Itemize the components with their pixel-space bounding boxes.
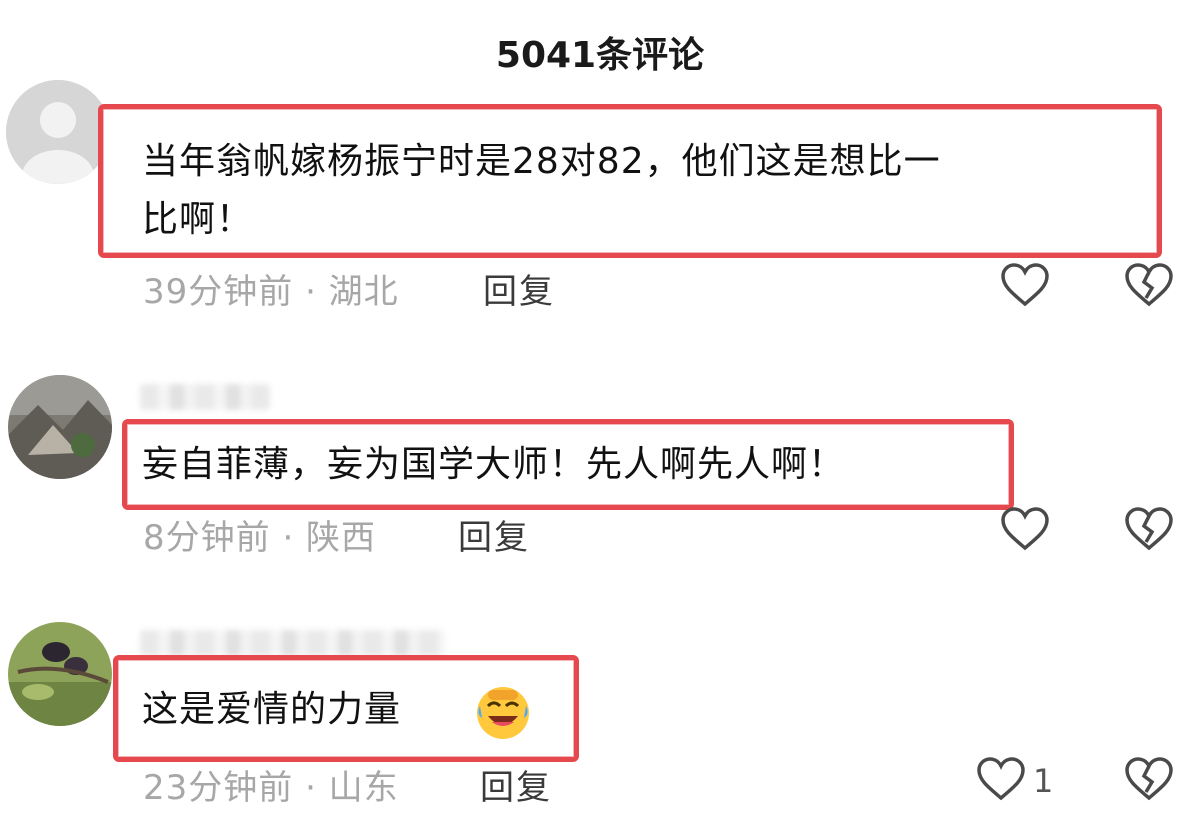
reply-button[interactable]: 回复 (483, 264, 555, 313)
comment-text-line: 当年翁帆嫁杨振宁时是28对82，他们这是想比一 (142, 141, 941, 182)
avatar[interactable] (8, 375, 112, 479)
comment-text-line: 比啊！ (142, 199, 254, 240)
comment-text: 妄自菲薄，妄为国学大师！先人啊先人啊！ (142, 444, 846, 485)
broken-heart-icon[interactable] (1124, 506, 1174, 552)
comments-header-title: 5041条评论 (495, 35, 705, 76)
laughing-crying-emoji (477, 687, 529, 739)
avatar-photo-icon (8, 375, 112, 479)
heart-outline-icon[interactable] (1000, 506, 1050, 552)
username-blurred (140, 384, 270, 410)
heart-outline-icon[interactable] (1000, 262, 1050, 308)
reply-button[interactable]: 回复 (458, 510, 530, 559)
like-count: 1 (1033, 762, 1054, 800)
heart-outline-icon[interactable] (976, 756, 1026, 802)
comment-meta: 39分钟前 · 湖北 (143, 272, 399, 312)
comment-text: 当年翁帆嫁杨振宁时是28对82，他们这是想比一 比啊！ (142, 133, 941, 249)
avatar[interactable] (6, 80, 110, 184)
reply-button[interactable]: 回复 (480, 760, 552, 809)
avatar[interactable] (8, 622, 112, 726)
comment-meta: 8分钟前 · 陕西 (143, 518, 377, 558)
comment-meta: 23分钟前 · 山东 (143, 768, 399, 808)
avatar-photo-icon (8, 622, 112, 726)
broken-heart-icon[interactable] (1124, 262, 1174, 308)
username-blurred (140, 630, 445, 656)
broken-heart-icon[interactable] (1124, 756, 1174, 802)
comment-text: 这是爱情的力量 (142, 689, 402, 730)
avatar-default-icon (6, 80, 110, 184)
